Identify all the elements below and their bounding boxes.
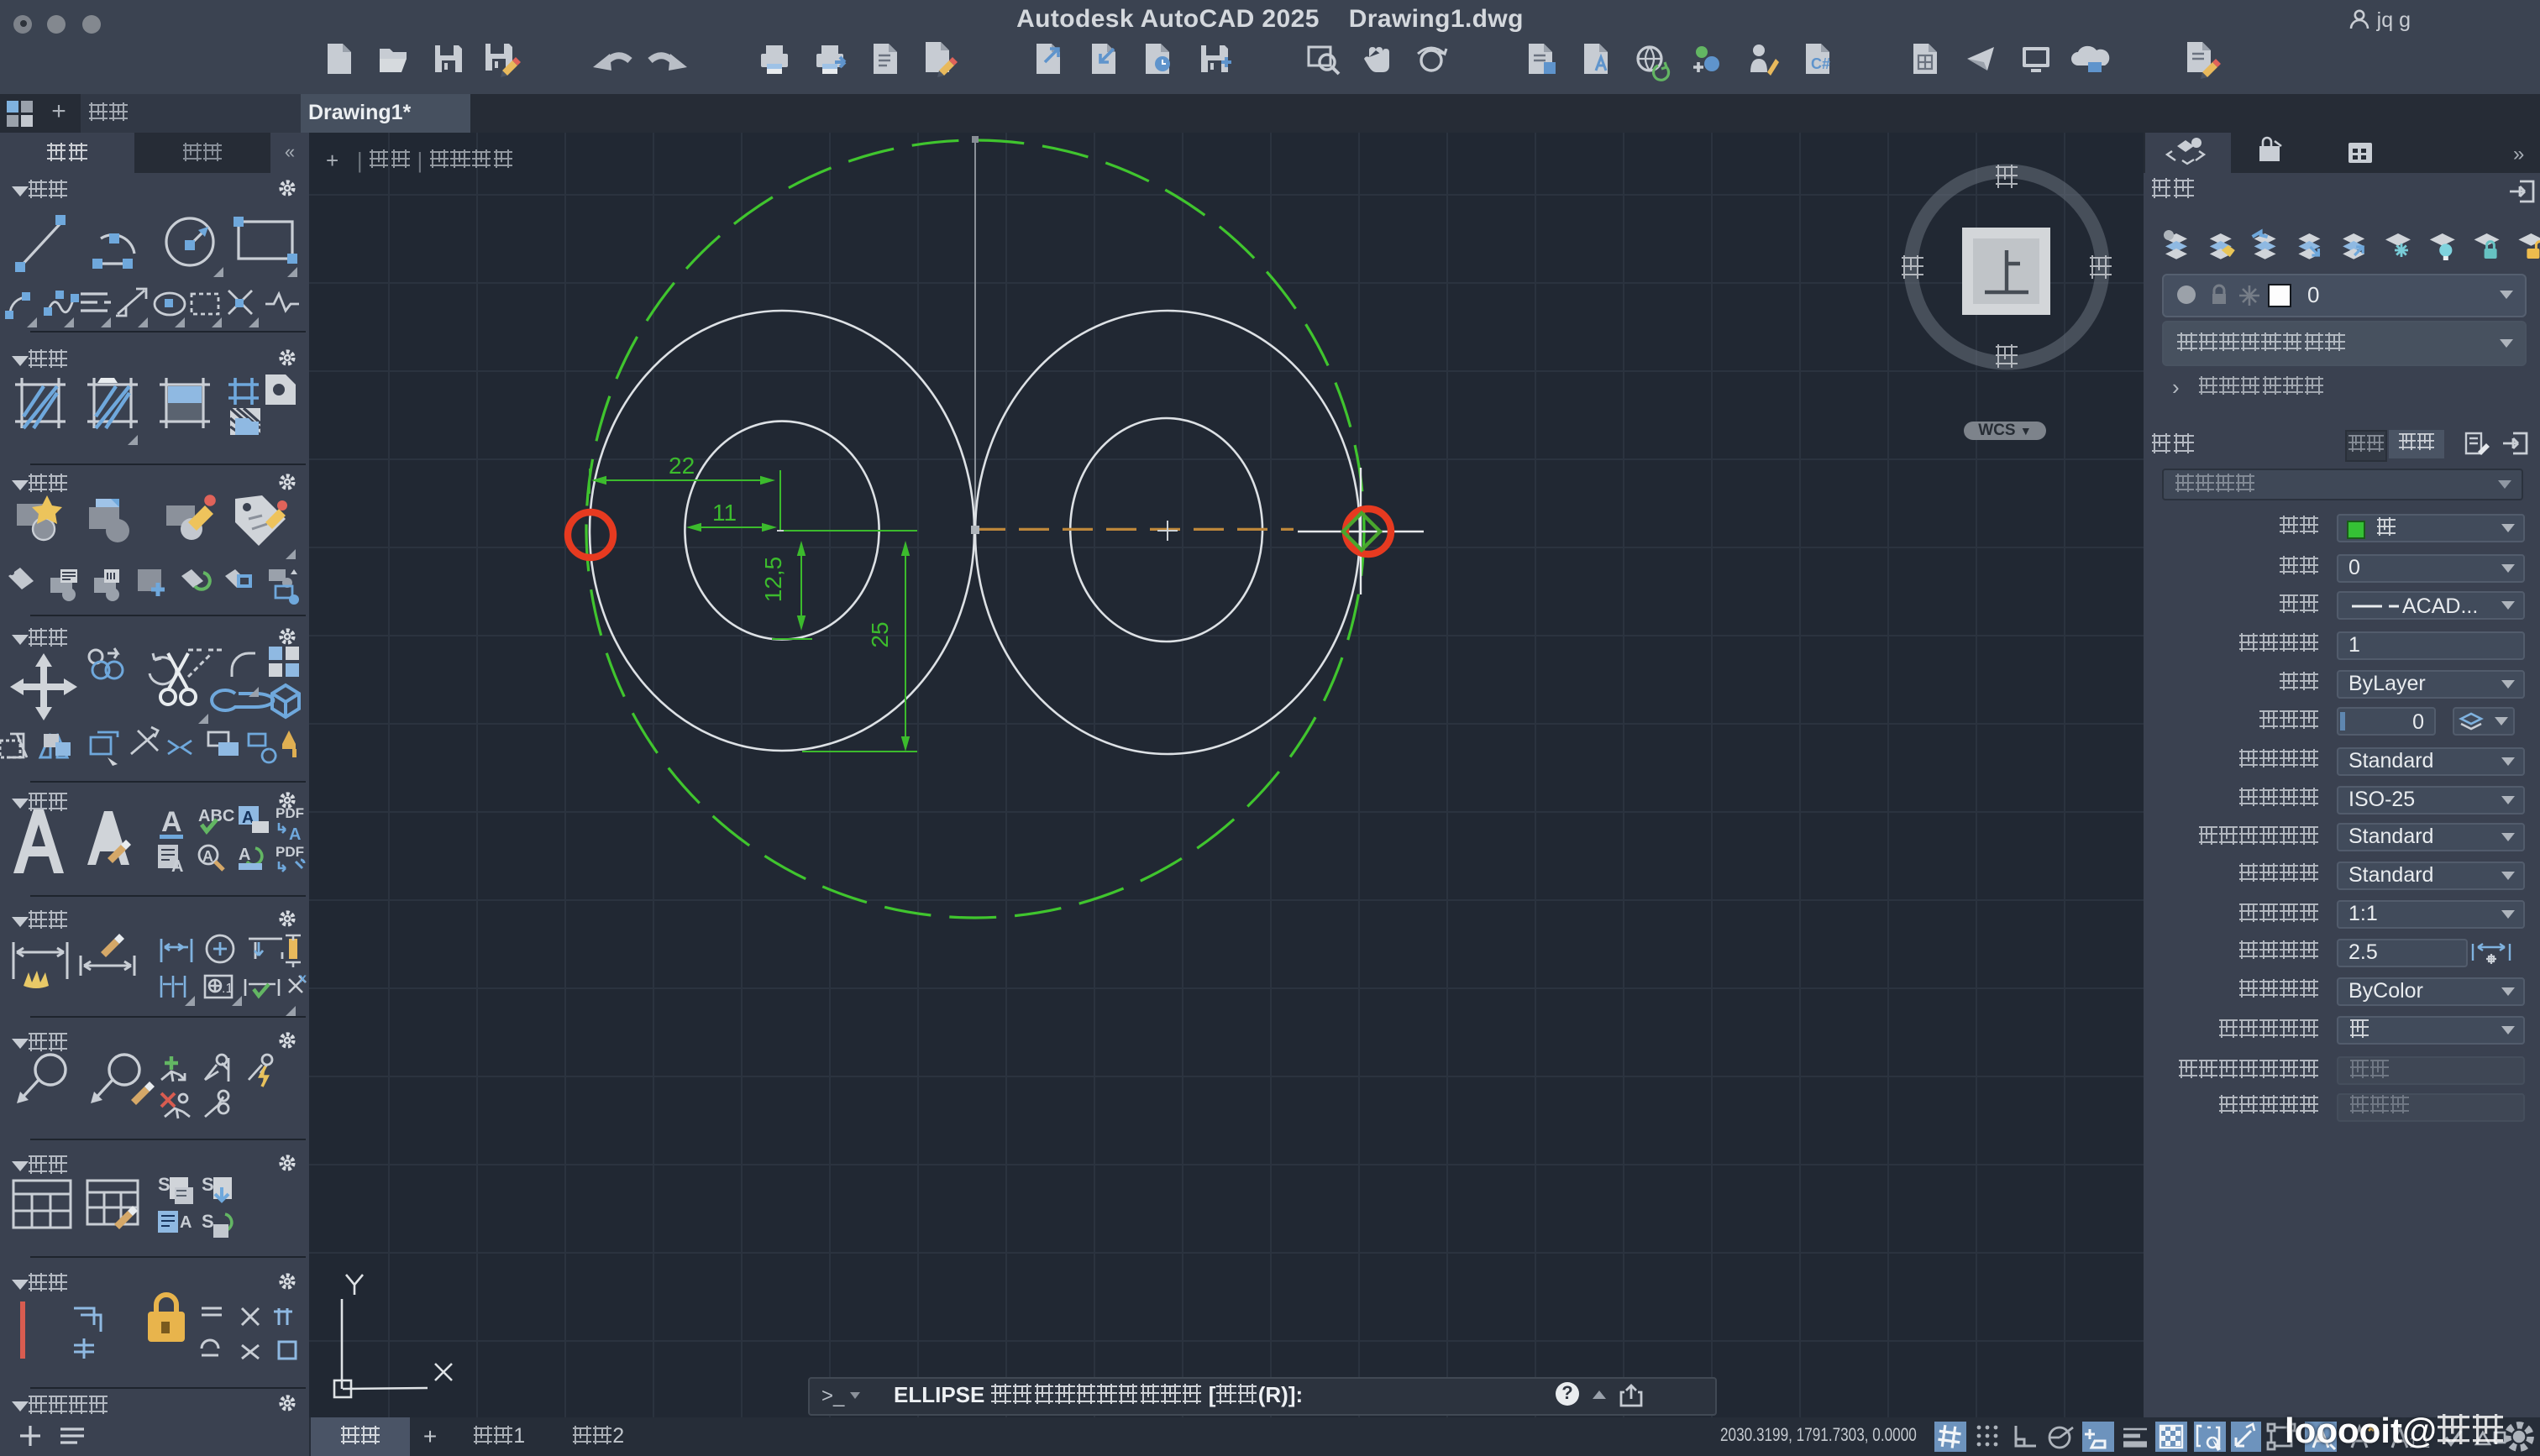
svg-text:22: 22 xyxy=(669,452,695,478)
svg-text:x: x xyxy=(299,971,307,985)
svg-text:S: S xyxy=(158,1173,171,1194)
svg-text:12,5: 12,5 xyxy=(760,556,786,602)
svg-text:A: A xyxy=(171,856,183,875)
svg-text:C#: C# xyxy=(1811,55,1830,72)
svg-text:PDF: PDF xyxy=(276,804,304,820)
svg-text:S: S xyxy=(202,1173,214,1194)
svg-text:25: 25 xyxy=(867,621,893,647)
svg-text:»: » xyxy=(2513,142,2524,165)
svg-text:S: S xyxy=(202,1210,214,1231)
svg-text:A: A xyxy=(239,845,250,863)
svg-text:11: 11 xyxy=(712,499,737,525)
svg-text:PDF: PDF xyxy=(276,843,304,859)
svg-text:A: A xyxy=(180,1212,192,1231)
svg-text:.1: .1 xyxy=(222,981,233,995)
svg-text:A: A xyxy=(161,805,182,837)
svg-text:A: A xyxy=(202,847,213,864)
svg-text:A: A xyxy=(289,825,301,843)
